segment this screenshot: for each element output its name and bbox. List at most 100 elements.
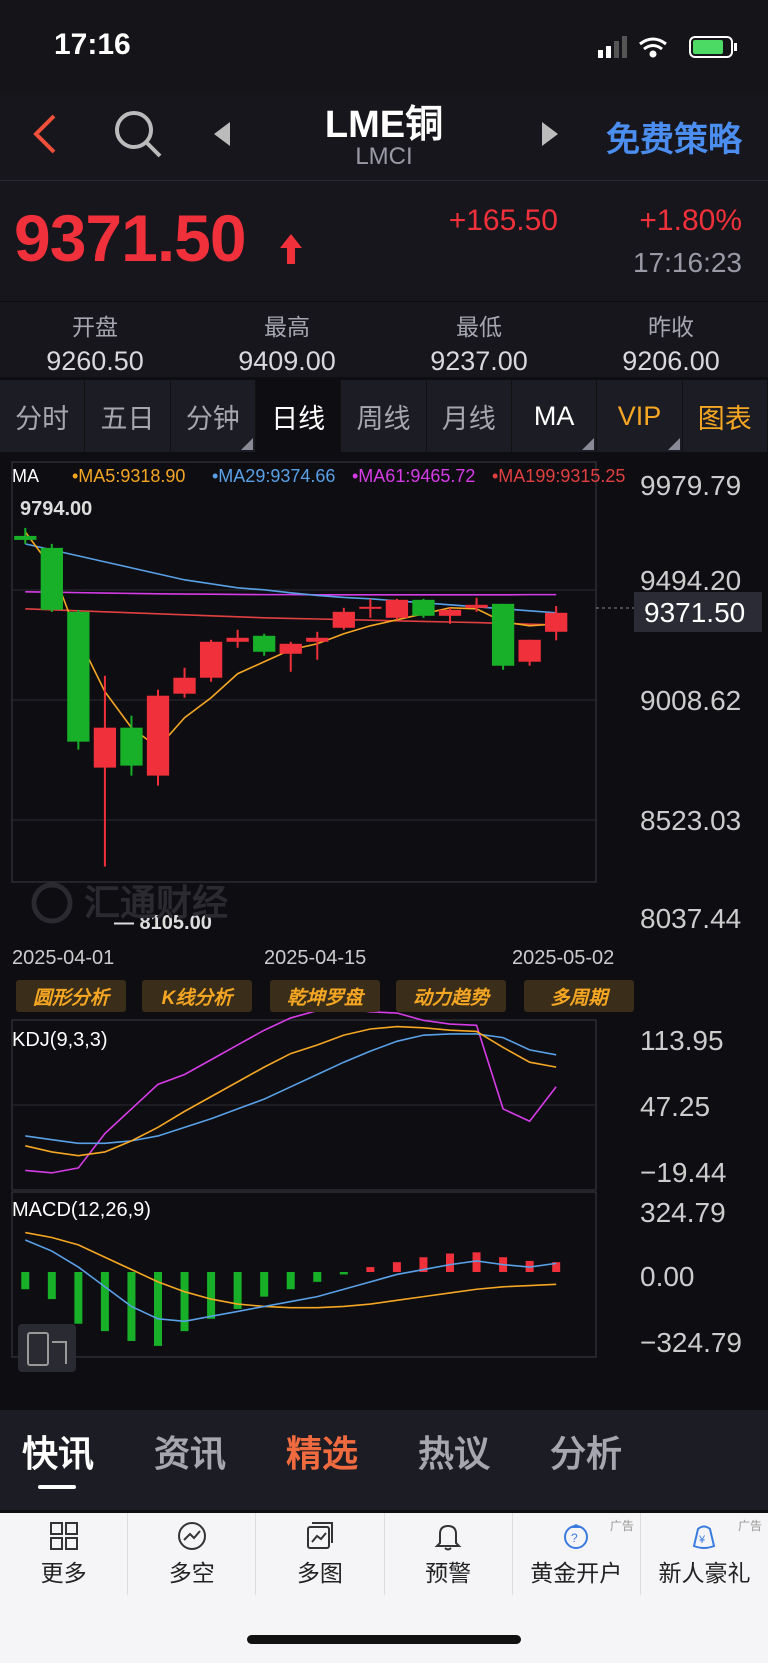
- stat-label: 最高: [264, 314, 310, 340]
- candle-body: [199, 641, 223, 678]
- news-tab-analysis[interactable]: 分析: [550, 1425, 622, 1477]
- tool-compass[interactable]: 乾坤罗盘: [270, 980, 380, 1012]
- tool-multi-period[interactable]: 多周期: [524, 980, 634, 1012]
- macd-series: [21, 1231, 561, 1346]
- tool-kline-analysis[interactable]: K线分析: [142, 980, 252, 1012]
- stat-value: 9206.00: [622, 346, 720, 376]
- stat-high: 最高 9409.00: [192, 308, 382, 377]
- tab-weekly[interactable]: 周线: [341, 380, 427, 452]
- wifi-icon: [639, 37, 667, 58]
- tool-momentum[interactable]: 动力趋势: [396, 980, 506, 1012]
- price-axis-label: 9979.79: [640, 470, 741, 501]
- candles: [14, 527, 568, 867]
- tab-monthly[interactable]: 月线: [427, 380, 512, 452]
- price-axis-label: 9008.62: [640, 685, 741, 716]
- macd-axis-label: 0.00: [640, 1261, 695, 1292]
- quote-time: 17:16:23: [633, 247, 742, 278]
- alert-button[interactable]: 预警: [385, 1513, 513, 1595]
- status-icons: [598, 36, 737, 58]
- candle-body: [545, 612, 568, 632]
- tab-chart[interactable]: 图表: [683, 380, 768, 452]
- macd-bar: [446, 1253, 454, 1272]
- tab-label: MA: [533, 400, 575, 431]
- kdj-label: KDJ(9,3,3): [12, 1029, 108, 1051]
- news-tab-featured[interactable]: 精选: [286, 1425, 358, 1477]
- dropdown-corner-icon: [667, 438, 680, 450]
- high-marker: 9794.00: [20, 498, 92, 520]
- svg-text:¥: ¥: [698, 1534, 706, 1546]
- macd-bar: [286, 1272, 295, 1290]
- macd-bar: [180, 1272, 189, 1332]
- tool-graphic-analysis[interactable]: 圆形分析: [16, 980, 126, 1012]
- tab-five-day[interactable]: 五日: [85, 380, 171, 452]
- multi-chart-button[interactable]: 多图: [256, 1513, 385, 1595]
- candle-body: [226, 637, 249, 642]
- candle-body: [40, 547, 63, 610]
- candle-body: [465, 604, 488, 608]
- free-strategy-button[interactable]: 免费策略: [606, 112, 742, 161]
- candle-body: [67, 611, 90, 742]
- macd-axis-label: −324.79: [640, 1327, 742, 1358]
- tab-vip[interactable]: VIP: [597, 380, 683, 452]
- date-axis-label: 2025-04-15: [264, 947, 366, 969]
- home-indicator[interactable]: [247, 1635, 521, 1644]
- candle-body: [332, 611, 355, 628]
- period-tabs: 分时 五日 分钟 日线 周线 月线 MA VIP 图表: [0, 380, 768, 452]
- long-short-button[interactable]: 多空: [128, 1513, 257, 1595]
- gold-account-icon: ?: [564, 1524, 589, 1549]
- bell-icon: [434, 1524, 462, 1551]
- bottom-label: 黄金开户: [530, 1560, 623, 1586]
- bottom-label: 预警: [425, 1560, 472, 1586]
- price-change: +165.50: [448, 204, 558, 237]
- tab-minute[interactable]: 分钟: [171, 380, 256, 452]
- news-tab-info[interactable]: 资讯: [154, 1425, 226, 1477]
- macd-label: MACD(12,26,9): [12, 1199, 151, 1221]
- price-change-pct: +1.80%: [639, 204, 742, 237]
- kdj-axis-label: 113.95: [640, 1025, 724, 1056]
- watermark-logo-icon: [31, 882, 73, 924]
- macd-bar: [260, 1272, 269, 1297]
- news-tab-hot[interactable]: 热议: [418, 1425, 490, 1477]
- price-axis-label: 9494.20: [640, 565, 741, 596]
- more-button[interactable]: 更多: [0, 1513, 129, 1595]
- candle-body: [412, 599, 435, 616]
- gift-icon: ¥: [693, 1525, 716, 1549]
- ma5-legend: •MA5:9318.90: [72, 466, 185, 486]
- stat-value: 9237.00: [430, 346, 528, 376]
- tab-ma[interactable]: MA: [512, 380, 598, 452]
- candle-body: [385, 599, 409, 618]
- bottom-label: 新人豪礼: [658, 1560, 751, 1586]
- candle-body: [173, 677, 196, 694]
- date-axis-label: 2025-05-02: [512, 947, 614, 969]
- candle-body: [253, 635, 276, 652]
- active-tab-indicator: [38, 1485, 76, 1489]
- candle-body: [359, 606, 382, 609]
- tab-intraday[interactable]: 分时: [0, 380, 86, 452]
- candle-body: [518, 639, 541, 662]
- kdj-axis-label: −19.44: [640, 1157, 726, 1188]
- gold-account-button[interactable]: 广告 ? 黄金开户: [513, 1513, 641, 1595]
- candle-body: [14, 535, 37, 540]
- kline-chart[interactable]: MA •MA5:9318.90 •MA29:9374.66 •MA61:9465…: [0, 455, 768, 1375]
- next-arrow-icon[interactable]: [538, 120, 562, 148]
- stat-label: 开盘: [72, 314, 118, 340]
- newcomer-gift-button[interactable]: 广告 ¥ 新人豪礼: [641, 1513, 768, 1595]
- main-frame: [11, 461, 597, 883]
- candle-body: [93, 727, 117, 768]
- macd-bar: [100, 1272, 109, 1332]
- stat-value: 9260.50: [46, 346, 144, 376]
- battery-icon: [689, 36, 737, 58]
- stat-value: 9409.00: [238, 346, 336, 376]
- ma29-legend: •MA29:9374.66: [212, 466, 335, 486]
- trend-icon: [177, 1522, 206, 1550]
- dropdown-corner-icon: [582, 438, 595, 450]
- bottom-toolbar: 更多 多空 多图 预警 广告 ? 黄金开户 广告 ¥ 新人豪礼: [0, 1513, 768, 1595]
- macd-bar: [313, 1272, 322, 1282]
- news-tab-flash[interactable]: 快讯: [22, 1425, 94, 1477]
- bottom-label: 更多: [40, 1560, 87, 1586]
- svg-text:?: ?: [571, 1531, 578, 1545]
- price-axis-label: 8037.44: [640, 903, 741, 934]
- macd-bar: [366, 1267, 375, 1272]
- signal-icon: [598, 36, 627, 58]
- tab-daily[interactable]: 日线: [255, 380, 342, 452]
